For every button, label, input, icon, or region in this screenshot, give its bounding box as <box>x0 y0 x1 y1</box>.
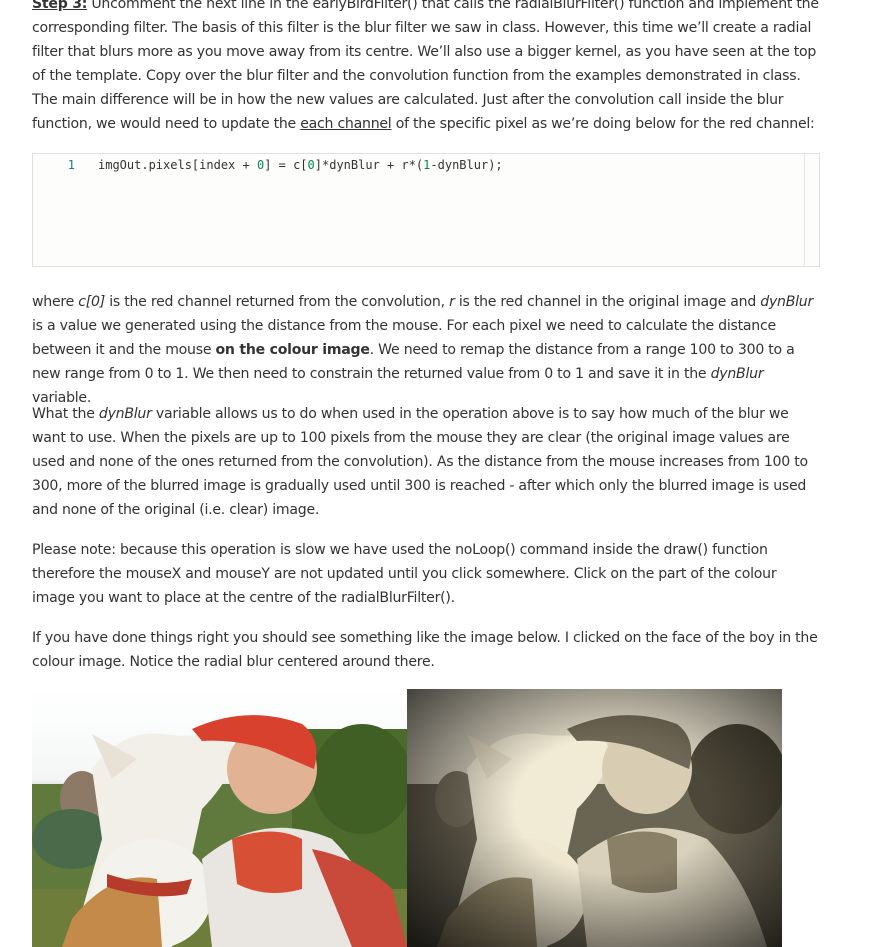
explanation-paragraph-2: What the dynBlur variable allows us to d… <box>32 402 822 522</box>
code-text: imgOut.pixels[index + 0] = c[0]*dynBlur … <box>98 156 503 174</box>
text: variable allows us to do when used in th… <box>32 406 808 518</box>
code-editor[interactable]: 1 imgOut.pixels[index + 0] = c[0]*dynBlu… <box>32 153 820 267</box>
step-3-text: Step 3: Uncomment the next line in the e… <box>32 0 822 136</box>
italic-term: dynBlur <box>710 366 764 382</box>
text: is the red channel in the original image… <box>454 294 761 310</box>
sepia-radial-blur-photo <box>407 689 782 947</box>
code-suffix: -dynBlur); <box>430 158 503 172</box>
each-channel-underline: each channel <box>300 116 392 132</box>
sepia-photo-graphic <box>407 689 782 947</box>
text: What the <box>32 406 99 422</box>
step-text-after: of the specific pixel as we’re doing bel… <box>391 116 815 132</box>
note-text: Please note: because this operation is s… <box>32 542 777 606</box>
italic-term: dynBlur <box>98 406 152 422</box>
code-number: 0 <box>307 158 315 172</box>
result-paragraph: If you have done things right you should… <box>32 626 822 674</box>
code-prefix: imgOut.pixels[index + <box>98 158 257 172</box>
text: where <box>32 294 79 310</box>
bold-term: on the colour image <box>215 342 370 358</box>
step-3-paragraph: Step 3: Uncomment the next line in the e… <box>32 0 822 136</box>
italic-term: dynBlur <box>760 294 814 310</box>
note-paragraph: Please note: because this operation is s… <box>32 538 822 610</box>
result-text: If you have done things right you should… <box>32 630 818 670</box>
line-number: 1 <box>67 158 75 172</box>
code-middle2: ]*dynBlur + r*( <box>314 158 424 172</box>
text: is the red channel returned from the con… <box>105 294 450 310</box>
colour-photo <box>32 689 407 947</box>
explanation-paragraph-1: where c[0] is the red channel returned f… <box>32 290 822 410</box>
italic-term: c[0] <box>78 294 105 310</box>
code-middle: ] = c[ <box>264 158 308 172</box>
colour-photo-graphic <box>32 689 407 947</box>
code-scrollbar[interactable] <box>804 154 819 266</box>
step-label: Step 3: <box>32 0 88 12</box>
step-text-before: Uncomment the next line in the earlyBird… <box>32 0 819 132</box>
